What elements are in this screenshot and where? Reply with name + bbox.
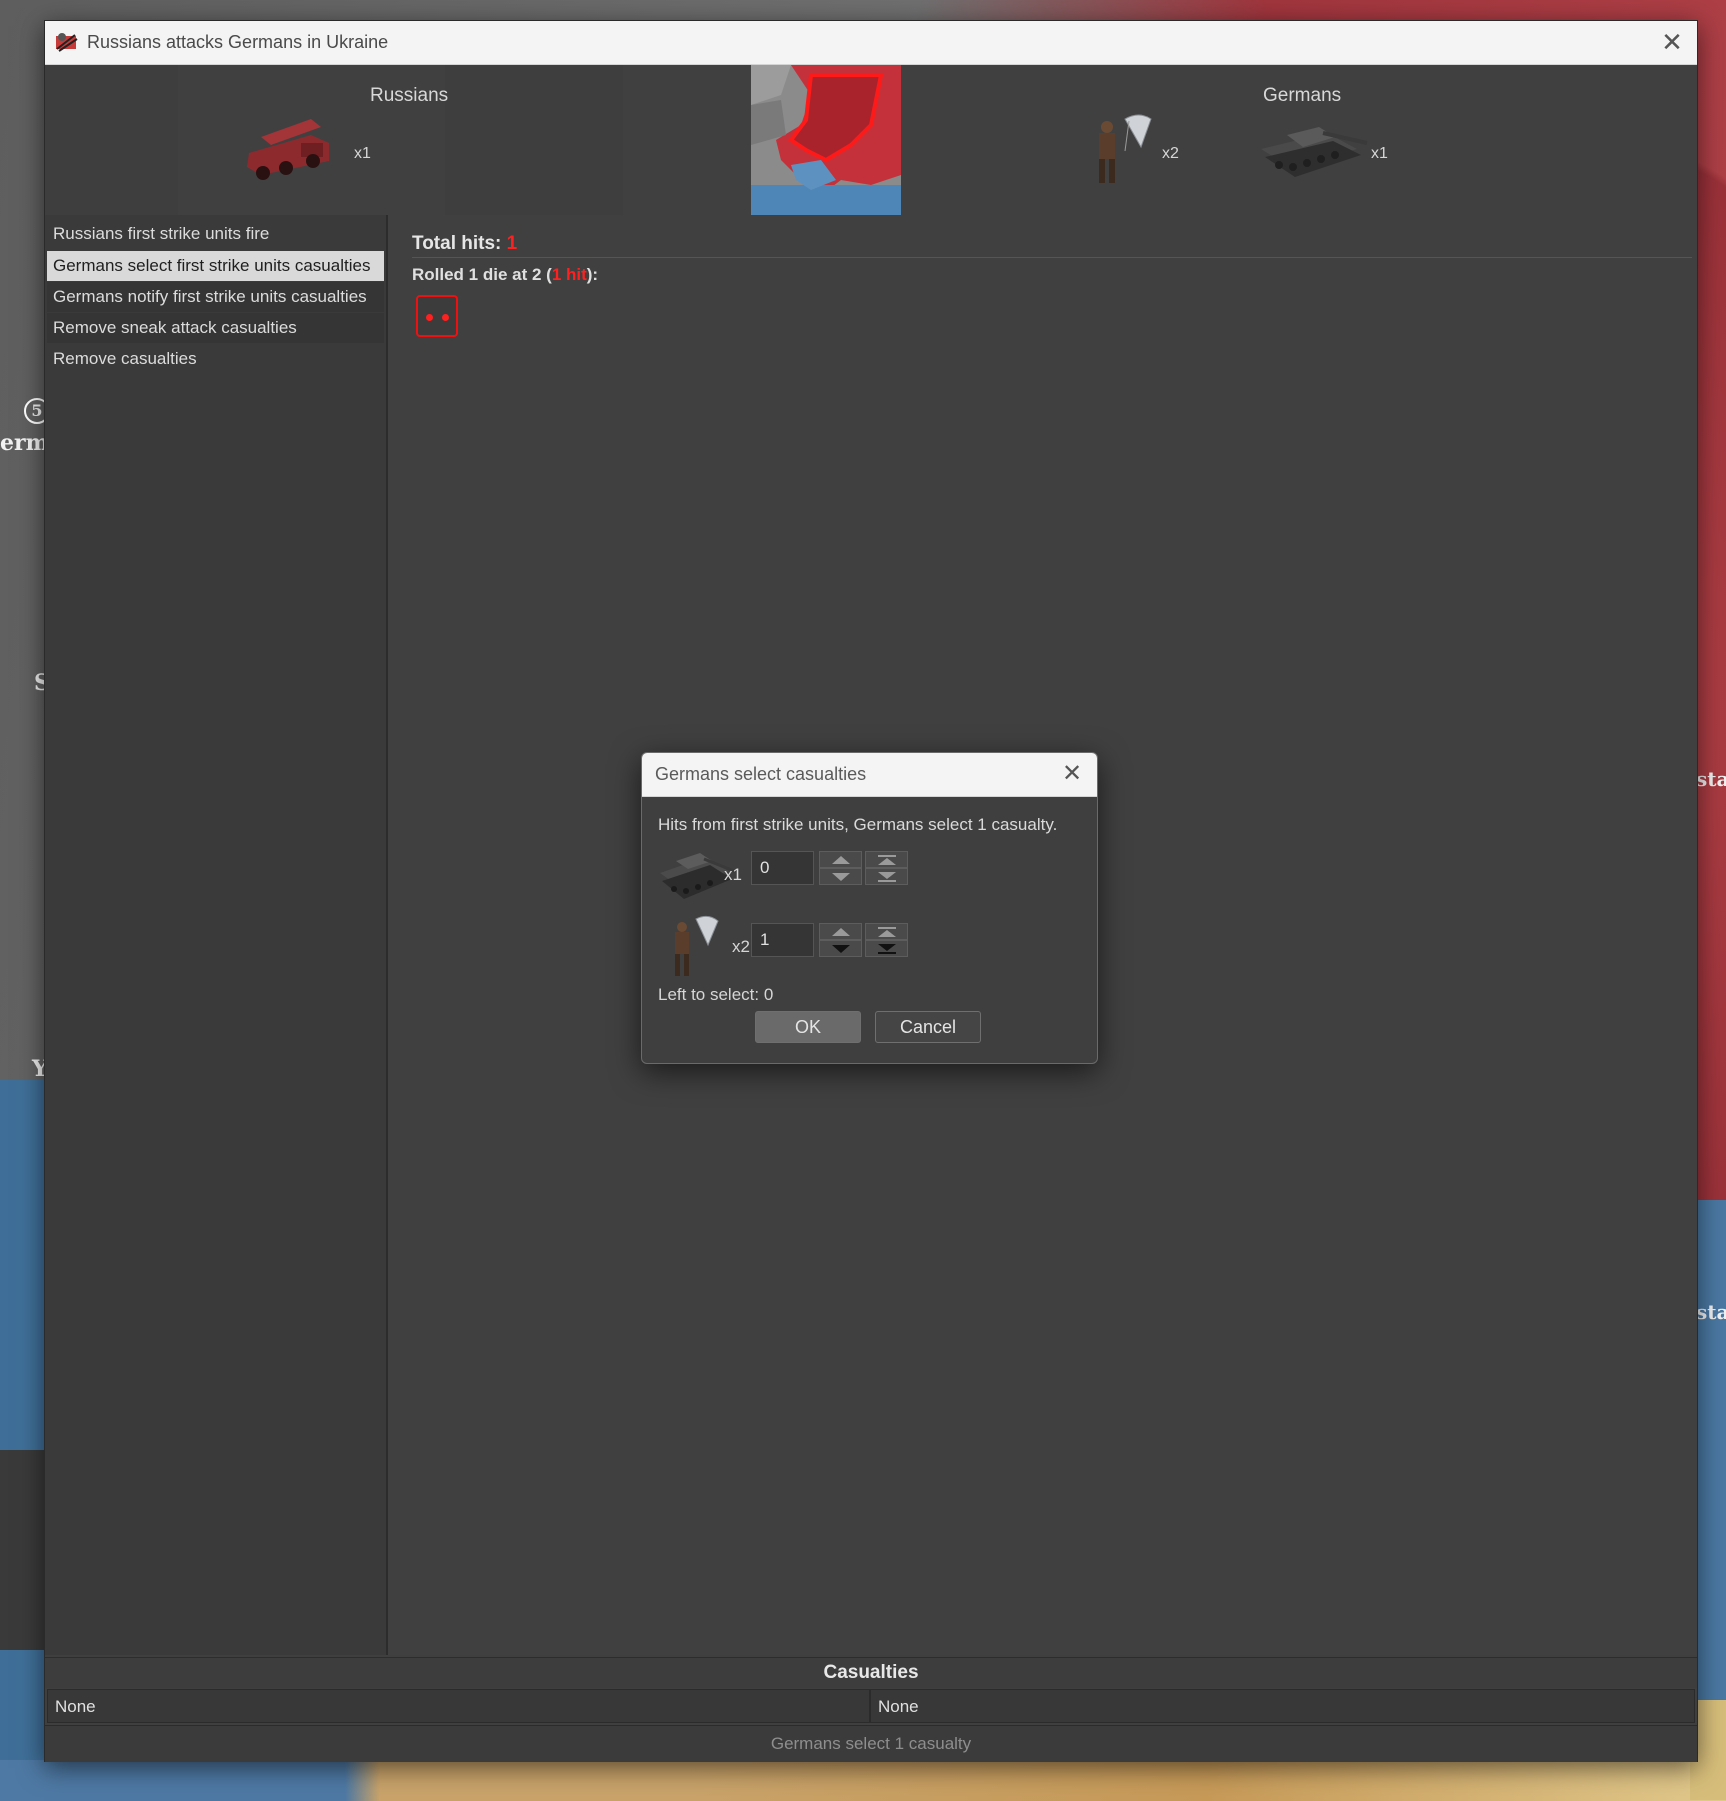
attacker-name: Russians [370,85,449,106]
app-icon [56,33,78,52]
max-button[interactable] [865,923,908,940]
dialog-title-bar: Germans select casualties ✕ [642,753,1097,797]
chevron-down-min-icon [878,944,896,954]
close-icon[interactable]: ✕ [1057,759,1087,789]
roll-summary: Rolled 1 die at 2 (1 hit): [412,265,598,285]
title-bar: Russians attacks Germans in Ukraine ✕ [45,21,1697,65]
paratrooper-icon [1099,114,1152,183]
defender-unit-count: x2 [1162,145,1179,162]
window-title: Russians attacks Germans in Ukraine [87,32,389,52]
die-column-band [445,65,623,235]
ok-button[interactable]: OK [755,1011,861,1043]
defender-unit-count: x1 [1371,145,1388,162]
decrement-button[interactable] [819,940,862,957]
paratrooper-casualty-input[interactable] [751,923,814,957]
battle-steps-list: Russians first strike units fire Germans… [45,215,388,1655]
die-face-icon [416,295,458,337]
select-casualties-dialog: Germans select casualties ✕ Hits from fi… [641,752,1098,1064]
roll-summary-suffix: ): [586,265,599,284]
tank-icon [1261,127,1368,177]
left-to-select: Left to select: 0 [658,985,774,1004]
step-item-selected[interactable]: Germans select first strike units casual… [47,251,384,281]
chevron-up-icon [832,928,850,936]
chevron-up-max-icon [878,927,896,937]
die-column-band [45,65,178,235]
map-label-fragment: sta [1696,767,1726,791]
total-hits-label: Total hits: [412,233,502,254]
map-land-bottom [0,1760,1726,1801]
paratrooper-icon [675,915,719,976]
attacker-casualties: None [47,1689,870,1723]
attacker-unit-count: x1 [354,145,371,162]
casualties-header: Casualties [45,1657,1697,1688]
territory-minimap [751,65,901,215]
min-button[interactable] [865,868,908,885]
total-hits-value: 1 [506,233,518,254]
chevron-down-min-icon [878,872,896,882]
status-bar: Germans select 1 casualty [45,1725,1697,1762]
increment-button[interactable] [819,923,862,940]
tank-count: x1 [724,865,742,884]
total-hits: Total hits: 1 [412,233,517,255]
step-item[interactable]: Germans notify first strike units casual… [47,282,384,312]
step-item[interactable]: Russians first strike units fire [47,219,384,249]
roll-hit-count: 1 hit [551,265,587,284]
decrement-button[interactable] [819,868,862,885]
max-button[interactable] [865,851,908,868]
map-label-fragment: sta [1696,1300,1726,1324]
cancel-button[interactable]: Cancel [875,1011,981,1043]
casualty-row-paratrooper: x2 [656,915,1086,979]
step-item[interactable]: Remove sneak attack casualties [47,313,384,343]
roll-summary-prefix: Rolled 1 die at 2 ( [412,265,552,284]
die-pip [426,314,433,321]
paratrooper-count: x2 [732,937,750,956]
dialog-message: Hits from first strike units, Germans se… [658,815,1058,834]
step-item[interactable]: Remove casualties [47,344,384,374]
dialog-title: Germans select casualties [655,764,867,784]
map-label-fragment: erm [0,430,49,456]
chevron-up-icon [832,856,850,864]
increment-button[interactable] [819,851,862,868]
defender-casualties: None [870,1689,1695,1723]
min-button[interactable] [865,940,908,957]
divider [412,257,1692,258]
die-pip [442,314,449,321]
tank-casualty-input[interactable] [751,851,814,885]
chevron-down-icon [832,945,850,953]
chevron-down-icon [832,873,850,881]
defender-casualties-value: None [878,1697,919,1716]
rocket-artillery-icon [247,119,329,180]
battle-header: Russians Germans x1 x2 x1 [45,65,1697,235]
close-icon[interactable]: ✕ [1657,27,1687,57]
chevron-up-max-icon [878,855,896,865]
defender-name: Germans [1263,85,1342,106]
map-land-left [0,1450,50,1650]
casualty-row-tank: x1 [656,843,1086,907]
attacker-casualties-value: None [55,1697,96,1716]
